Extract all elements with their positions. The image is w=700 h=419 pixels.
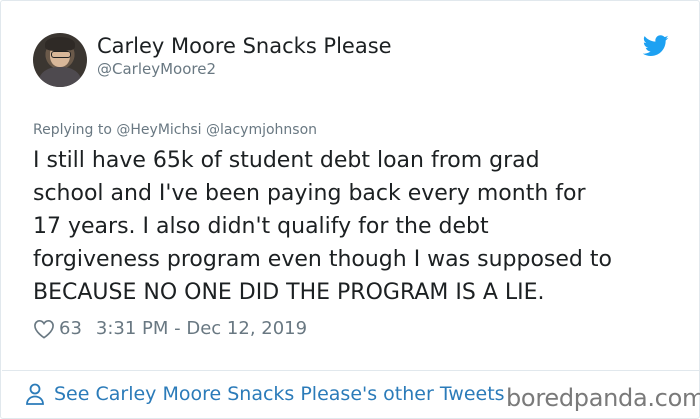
watermark: boredpanda.com: [506, 384, 700, 412]
other-tweets-label[interactable]: See Carley Moore Snacks Please's other T…: [54, 383, 505, 405]
other-tweets-link[interactable]: See Carley Moore Snacks Please's other T…: [25, 383, 505, 405]
reply-mentions[interactable]: @HeyMichsi @lacymjohnson: [116, 122, 317, 138]
tweet-timestamp[interactable]: 3:31 PM - Dec 12, 2019: [96, 318, 307, 339]
avatar-hair: [45, 37, 75, 51]
avatar-shirt: [39, 67, 81, 87]
tweet-line: I still have 65k of student debt loan fr…: [33, 148, 540, 173]
twitter-bird-icon[interactable]: [643, 35, 669, 57]
tweet-meta: 63 3:31 PM - Dec 12, 2019: [33, 318, 307, 339]
tweet-card: Carley Moore Snacks Please @CarleyMoore2…: [0, 0, 700, 419]
tweet-line: forgiveness program even though I was su…: [33, 247, 612, 272]
replying-prefix: Replying to: [33, 122, 117, 138]
like-count[interactable]: 63: [59, 318, 82, 339]
heart-icon[interactable]: [33, 319, 55, 339]
avatar[interactable]: [33, 33, 87, 87]
avatar-glasses: [51, 51, 71, 58]
author-display-name[interactable]: Carley Moore Snacks Please: [97, 34, 392, 58]
divider: [2, 370, 700, 371]
person-icon: [26, 383, 44, 405]
tweet-text: I still have 65k of student debt loan fr…: [33, 144, 683, 309]
tweet-line: BECAUSE NO ONE DID THE PROGRAM IS A LIE.: [33, 280, 545, 305]
author-handle[interactable]: @CarleyMoore2: [97, 60, 216, 78]
tweet-line: school and I've been paying back every m…: [33, 181, 586, 206]
replying-to: Replying to @HeyMichsi @lacymjohnson: [33, 122, 317, 138]
tweet-line: 17 years. I also didn't qualify for the …: [33, 214, 489, 239]
